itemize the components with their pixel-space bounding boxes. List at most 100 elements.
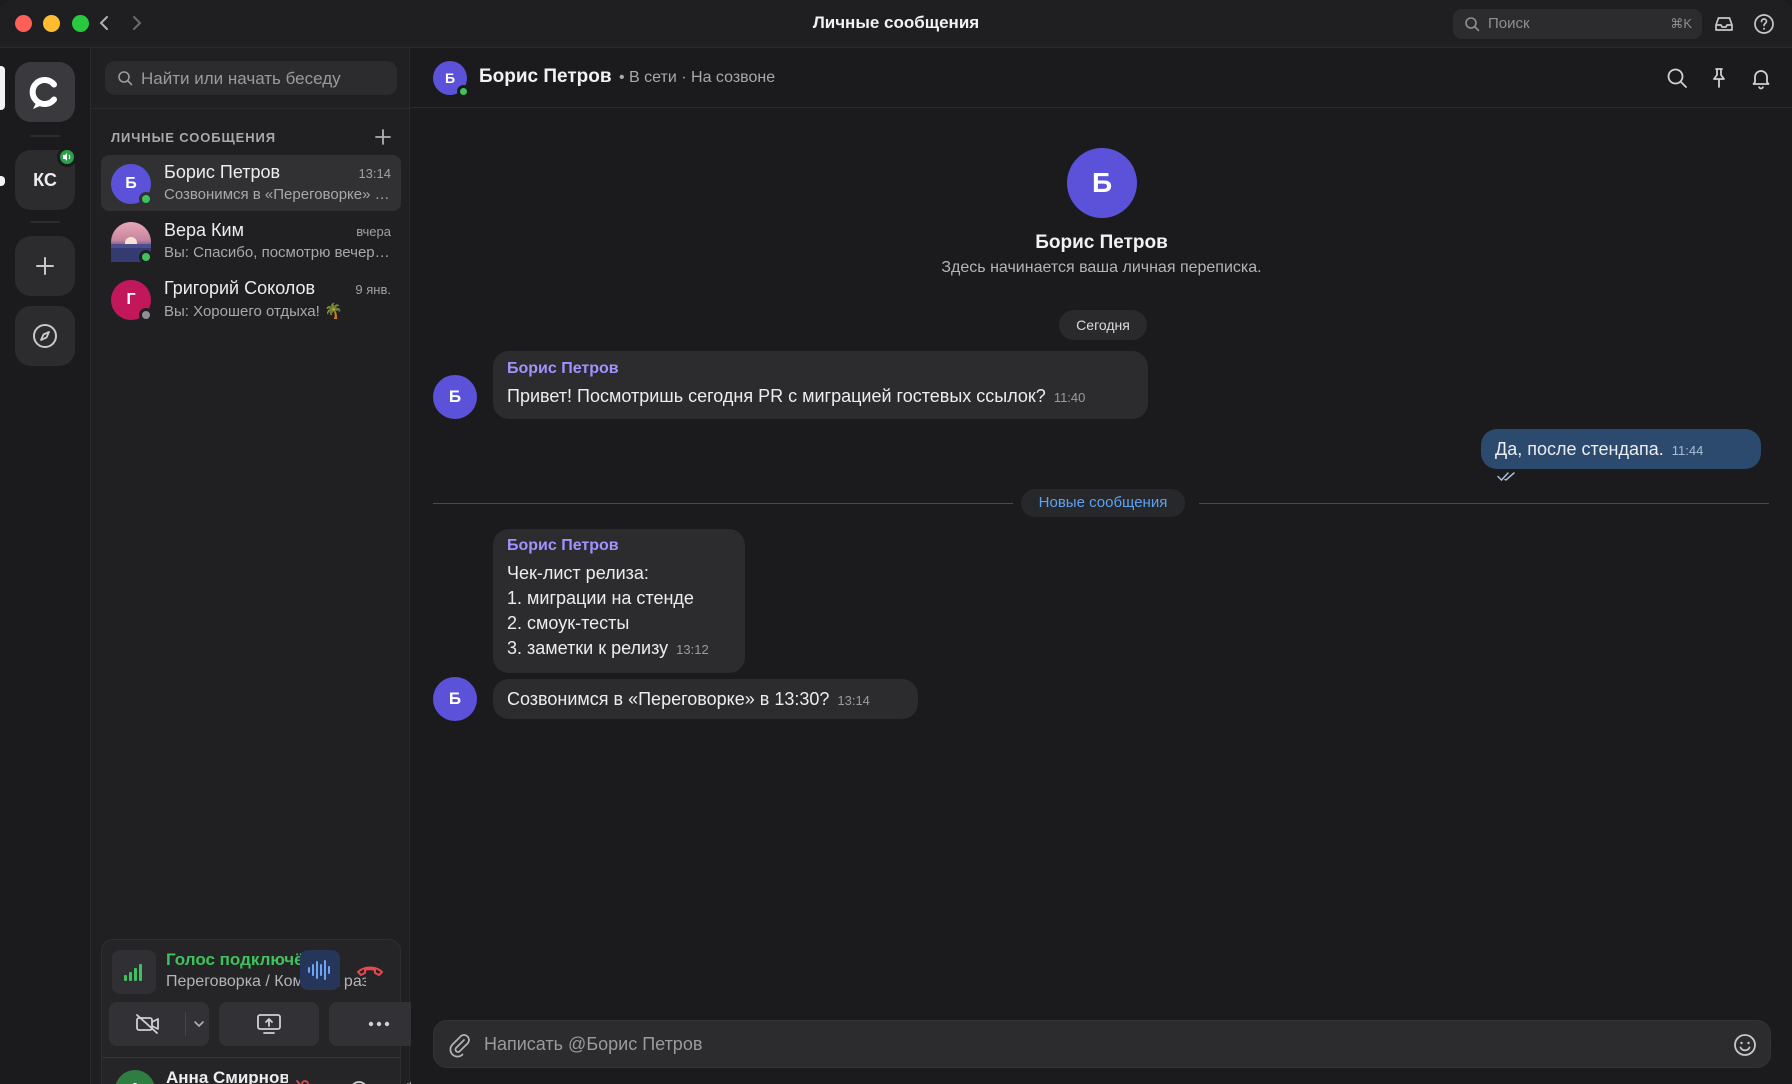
chat-partner-status: • В сети · На созвоне [619, 69, 776, 86]
find-conversation-input[interactable]: Найти или начать беседу [105, 61, 397, 95]
message-time: 13:12 [676, 642, 709, 657]
microphone-muted-icon [296, 1080, 309, 1084]
online-status-dot [139, 250, 153, 264]
intro-name: Борис Петров [1035, 232, 1168, 253]
unread-indicator [0, 176, 5, 186]
find-conversation-placeholder: Найти или начать беседу [141, 69, 341, 88]
selected-indicator [0, 66, 5, 110]
app-logo-icon [29, 77, 57, 109]
hang-up-phone-icon [357, 966, 383, 976]
message-text: Созвонимся в «Переговорке» в 13:30? 13:14 [507, 689, 870, 709]
intro-avatar: Б [1067, 148, 1137, 218]
message-time: 11:40 [1053, 390, 1086, 405]
dm-time: 13:14 [358, 166, 391, 181]
search-icon [117, 70, 133, 91]
noise-suppression-button[interactable] [300, 950, 340, 990]
message-time: 13:14 [837, 693, 870, 708]
dm-time: вчера [356, 224, 391, 239]
new-messages-line [1199, 503, 1769, 504]
new-messages-divider: Новые сообщения [1021, 489, 1185, 517]
voice-panel-divider [102, 1057, 400, 1058]
online-status-dot [457, 85, 470, 98]
intro-text: Здесь начинается ваша личная переписка. [941, 259, 1262, 276]
camera-toggle-button[interactable] [109, 1002, 209, 1046]
message-avatar[interactable]: Б [433, 677, 477, 721]
plus-icon [36, 257, 54, 275]
dm-item-vera[interactable]: Вера Ким вчера Вы: Спасибо, посмотрю веч… [101, 213, 401, 269]
message-author: Борис Петров [507, 537, 619, 554]
chat-partner-name[interactable]: Борис Петров [479, 66, 612, 88]
dm-name: Григорий Соколов [164, 278, 316, 298]
outgoing-message: Да, после стендапа. 11:44 [1481, 429, 1761, 482]
message-text: Привет! Посмотришь сегодня PR с миграцие… [507, 386, 1086, 406]
dm-section-header: ЛИЧНЫЕ СООБЩЕНИЯ [111, 130, 277, 145]
signal-strength-icon[interactable] [112, 950, 156, 994]
incoming-message: Борис Петров Привет! Посмотришь сегодня … [493, 351, 1148, 419]
message-time: 11:44 [1671, 443, 1704, 458]
message-text: Да, после стендапа. 11:44 [1495, 437, 1747, 488]
dm-name: Вера Ким [164, 220, 244, 240]
emoji-icon[interactable] [1732, 1032, 1758, 1063]
dm-sidebar: Найти или начать беседу ЛИЧНЫЕ СООБЩЕНИЯ… [90, 48, 429, 1084]
split-divider [185, 1012, 186, 1036]
incoming-message: Созвонимся в «Переговорке» в 13:30? 13:14 [493, 679, 918, 719]
mute-microphone-button[interactable] [288, 1076, 332, 1084]
headphones-icon [352, 1081, 366, 1084]
dm-preview: Созвонимся в «Переговорке» в 13:30? [164, 186, 392, 203]
chat-main: Б Борис Петров • В сети · На созвоне Б Б… [411, 48, 1792, 1084]
offline-status-dot [139, 308, 153, 322]
user-name: Анна Смирнова [166, 1068, 288, 1084]
dm-preview: Вы: Спасибо, посмотрю вечером [164, 244, 392, 261]
ellipsis-icon [368, 1021, 390, 1027]
add-server-button[interactable] [15, 236, 75, 296]
server-rail: КС [0, 48, 90, 1084]
voice-connected-title: Голос подключён [166, 950, 314, 969]
chat-header: Б Борис Петров • В сети · На созвоне [411, 48, 1792, 108]
server-initials: КС [33, 169, 57, 190]
voice-active-badge [57, 147, 77, 167]
dm-item-grigory[interactable]: Г Григорий Соколов 9 янв. Вы: Хорошего о… [101, 271, 401, 327]
global-search-placeholder: Поиск [1488, 15, 1530, 32]
search-icon[interactable] [1665, 66, 1689, 90]
bell-icon[interactable] [1749, 66, 1773, 90]
compass-icon [33, 324, 57, 348]
new-messages-line [433, 503, 1013, 504]
date-divider: Сегодня [1059, 310, 1147, 340]
message-text: Чек-лист релиза: 1. миграции на стенде 2… [507, 563, 709, 658]
message-author: Борис Петров [507, 360, 619, 377]
dm-preview: Вы: Хорошего отдыха! 🌴 [164, 303, 343, 320]
camera-off-icon [136, 1014, 159, 1034]
deafen-headphones-button[interactable] [342, 1076, 386, 1084]
search-icon [1464, 16, 1480, 37]
message-composer [433, 1020, 1771, 1068]
message-avatar[interactable]: Б [433, 375, 477, 419]
home-logo-button[interactable] [15, 62, 75, 122]
online-status-dot [139, 192, 153, 206]
pin-icon[interactable] [1707, 66, 1731, 90]
help-icon[interactable] [1752, 12, 1776, 36]
title-bar: Личные сообщения Поиск ⌘K [0, 0, 1792, 48]
screen-share-icon [257, 1014, 281, 1034]
rail-separator [30, 135, 60, 137]
explore-button[interactable] [15, 306, 75, 366]
incoming-message: Борис Петров Чек-лист релиза: 1. миграци… [493, 529, 745, 673]
dm-time: 9 янв. [355, 282, 391, 297]
screen-share-button[interactable] [219, 1002, 319, 1046]
disconnect-call-button[interactable] [354, 954, 386, 986]
dm-item-boris[interactable]: Б Борис Петров 13:14 Созвонимся в «Перег… [101, 155, 401, 211]
dm-name: Борис Петров [164, 162, 281, 182]
voice-panel: Голос подключён Переговорка / Команда ра… [101, 939, 429, 1084]
global-search[interactable]: Поиск ⌘K [1453, 9, 1702, 39]
paperclip-icon[interactable] [446, 1032, 472, 1063]
user-avatar[interactable]: А [115, 1070, 155, 1084]
rail-separator [30, 221, 60, 223]
sidebar-divider [91, 108, 411, 109]
inbox-icon[interactable] [1712, 12, 1736, 36]
new-dm-plus-icon[interactable] [371, 125, 395, 149]
sound-wave-icon [308, 960, 330, 980]
message-input[interactable] [484, 1031, 1684, 1057]
search-shortcut: ⌘K [1670, 16, 1692, 31]
app-window: Личные сообщения Поиск ⌘K КС Найти или н… [0, 0, 1792, 1084]
double-check-icon [1497, 472, 1515, 482]
chevron-down-icon[interactable] [193, 1020, 205, 1028]
